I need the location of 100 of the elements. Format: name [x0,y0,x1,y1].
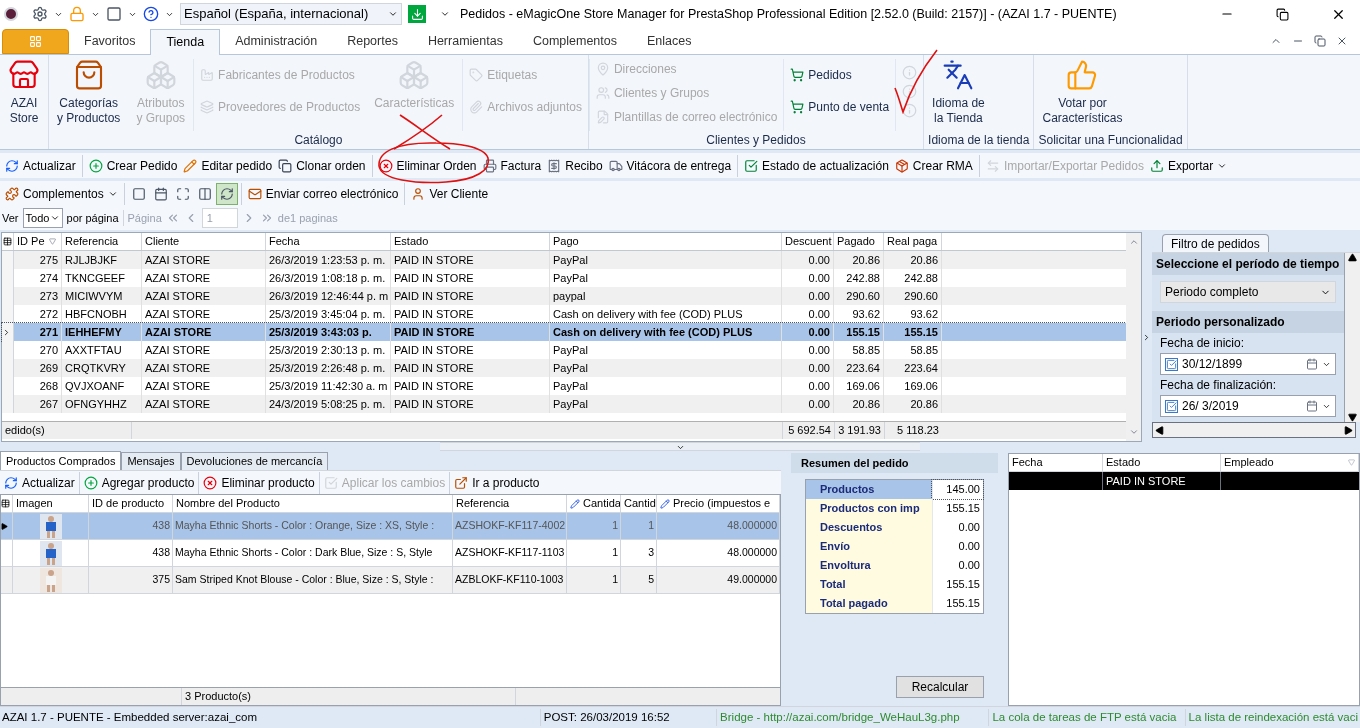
ribbon-button[interactable]: Idioma de la Tienda [924,59,993,131]
table-row[interactable]: 275 RJLJBJKF AZAI STORE 26/3/2019 1:23:53 p. m. PAID IN STORE PayPal 0.00 20.86 20.86 [2,251,1126,269]
toolbar-button[interactable]: Enviar correo electrónico [244,182,402,205]
table-row[interactable]: 375 Sam Striped Knot Blouse - Color : Blue, Size : S, Style : AZBLOKF-KF110-1003 1 5 49.000000 [1,567,780,594]
close-icon[interactable] [1336,35,1348,47]
column-header[interactable]: Pago [550,233,782,250]
toolbar-button[interactable]: Crear RMA [891,154,976,177]
current-row-icon [2,327,11,337]
ribbon-tab[interactable]: Administración [220,28,333,54]
ribbon-button[interactable]: Punto de venta [790,97,890,117]
toolbar-button[interactable]: Vitácora de entrega [605,154,735,177]
checkbox[interactable] [1165,399,1178,413]
splitter-icon[interactable] [675,443,685,452]
tab[interactable]: Productos Comprados [0,451,122,470]
toolbar-button[interactable]: Ver Cliente [408,182,492,205]
column-header[interactable]: Referencia [453,495,567,512]
column-header[interactable]: Estado [1103,454,1221,471]
toolbar-button[interactable]: Clonar orden [275,154,369,177]
help-icon[interactable] [143,6,159,22]
table-row[interactable]: 267 OFNGYHHZ AZAI STORE 24/3/2019 5:08:25 p. m. PAID IN STORE PayPal 0.00 20.86 20.86 [2,395,1126,413]
column-header[interactable]: Imagen [13,495,89,512]
sort-icon [48,238,56,245]
column-chooser-icon[interactable] [3,237,12,246]
row-header[interactable] [2,305,14,323]
column-header[interactable]: Fecha [1009,454,1103,471]
ribbon-tab[interactable]: Herramientas [412,28,518,54]
table-row[interactable]: PAID IN STORE [1009,472,1359,490]
ribbon-tab[interactable]: Complementos [517,28,632,54]
page-size-select[interactable]: Todo [22,208,63,228]
ribbon-tab[interactable]: Favoritos [69,28,151,54]
status-text: La cola de tareas de FTP está vacia [988,708,1185,727]
period-select[interactable]: Periodo completo [1160,281,1336,303]
caret-icon[interactable] [440,9,450,19]
column-header[interactable]: Precio (impuestos e [657,495,780,512]
row-header[interactable] [1,513,13,539]
table-row[interactable]: 273 MICIWVYM AZAI STORE 26/3/2019 12:46:44 p. m PAID IN STORE paypal 0.00 290.60 290.60 [2,287,1126,305]
panel-tab[interactable]: Filtro de pedidos [1162,234,1269,252]
toolbar-button[interactable]: Crear Pedido [85,154,181,177]
table-row[interactable]: 438 Mayha Ethnic Shorts - Color : Dark Blue, Size : S, Style AZSHOKF-KF117-1103 1 3 48.000000 [1,540,780,567]
table-row[interactable]: 438 Mayha Ethnic Shorts - Color : Orange, Size : XS, Style : AZSHOKF-KF117-4002 1 1 48.000000 [1,513,780,540]
ribbon-button[interactable]: Votar por Características [1034,59,1131,131]
scroll-left-icon[interactable] [1155,425,1164,435]
column-header[interactable]: Cantida [567,495,621,512]
lock-icon[interactable] [69,6,85,22]
toolbar-button[interactable]: Complementos [2,182,121,205]
scroll-right-icon[interactable] [1344,425,1353,435]
column-header[interactable]: Empleado [1221,454,1359,471]
tab[interactable]: Mensajes [121,452,181,470]
toolbar-button[interactable]: Actualizar [0,471,79,494]
toolbar-button[interactable]: Exportar [1146,154,1231,177]
toolbar-button[interactable]: Ir a producto [449,471,544,494]
application-menu-button[interactable] [2,29,69,54]
toolbar-button[interactable]: Eliminar producto [198,471,319,494]
column-header[interactable]: ID de producto [89,495,173,512]
column-header[interactable]: Fecha [266,233,391,250]
filter-icon [1348,459,1355,466]
column-header[interactable]: Pagado [834,233,884,250]
restore-icon[interactable] [1276,7,1289,21]
toolbar-button[interactable]: Actualizar [2,154,79,177]
column-chooser-icon[interactable] [1,499,10,508]
calendar-icon [153,186,168,201]
column-header[interactable]: Real paga [884,233,942,250]
ribbon-button[interactable]: Pedidos [790,65,890,85]
column-header[interactable]: Referencia [62,233,142,250]
window-icon[interactable] [106,6,122,22]
column-header[interactable]: Nombre del Producto [173,495,453,512]
table-cell: 24/3/2019 5:08:25 p. m. [266,395,391,413]
recalculate-button[interactable]: Recalcular [896,676,984,698]
column-header[interactable]: Cantid [621,495,657,512]
download-icon[interactable] [408,5,426,23]
settings-icon[interactable] [32,6,48,22]
toolbar-button[interactable]: Factura [479,154,545,177]
scroll-up-icon[interactable] [1348,253,1357,262]
summary-label: Productos [806,480,932,499]
toolbar-button[interactable]: Eliminar Orden [375,154,480,177]
ribbon-tab[interactable]: Reportes [332,28,413,54]
table-row[interactable]: 272 HBFCNOBH AZAI STORE 25/3/2019 3:45:04 p. m. PAID IN STORE Cash on delivery with fee (COD) PLUS 0.00 93.62 93.62 [2,305,1126,323]
date-field[interactable]: 30/12/1899 [1160,353,1336,375]
toolbar-button[interactable] [215,182,238,205]
scroll-down-icon[interactable] [1348,413,1357,422]
toolbar-button[interactable]: Estado de actualización [741,154,892,177]
ribbon-button[interactable]: Categorías y Productos [49,59,129,131]
date-field[interactable]: 26/ 3/2019 [1160,395,1336,417]
toolbar-button[interactable]: Recibo [544,154,606,177]
toolbar-button[interactable]: Agregar producto [78,471,199,494]
ribbon-tab[interactable]: Enlaces [632,28,707,54]
language-select[interactable]: Español (España, internacional) [180,3,402,25]
column-header[interactable]: ID Pe [14,233,62,250]
column-header[interactable]: Cliente [142,233,266,250]
column-header[interactable]: Estado [391,233,550,250]
checkbox[interactable] [1165,357,1178,371]
ribbon-button[interactable]: AZAI Store [0,59,48,149]
table-row[interactable]: 271 IEHHEFMY AZAI STORE 25/3/2019 3:43:03 p. PAID IN STORE Cash on delivery with fee (COD) PLUS 0.00 155.15 155.15 [2,323,1126,341]
cart-icon [790,68,805,82]
toolbar-button[interactable]: Editar pedido [180,154,276,177]
table-row[interactable]: 269 CRQTKVRY AZAI STORE 25/3/2019 2:26:48 p. m. PAID IN STORE PayPal 0.00 223.64 223.64 [2,359,1126,377]
tab[interactable]: Devoluciones de mercancía [180,452,329,470]
column-header[interactable]: Descuent [782,233,834,250]
expand-icon[interactable] [1142,332,1151,342]
ribbon-tab[interactable]: Tienda [150,29,221,55]
